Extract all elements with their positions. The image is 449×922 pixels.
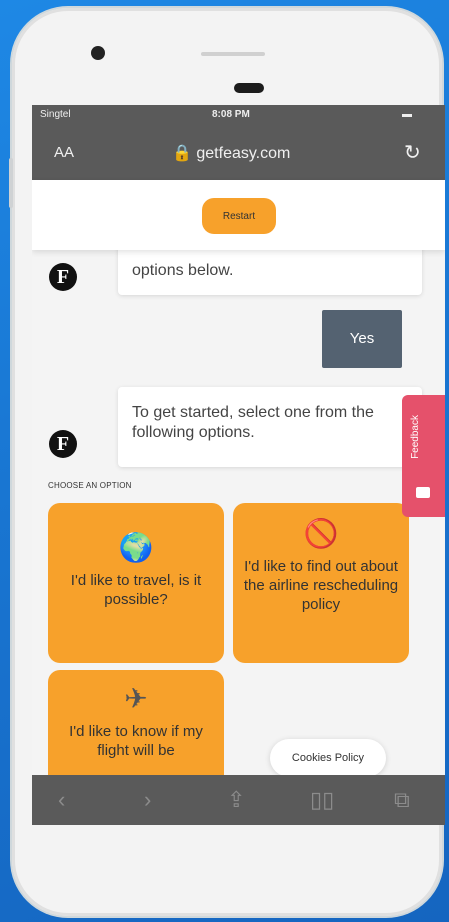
carrier-label: Singtel — [40, 109, 71, 120]
forward-icon[interactable]: › — [144, 787, 151, 813]
status-bar: Singtel 8:08 PM ▬ — [32, 105, 445, 125]
battery-icon: ▬ — [402, 109, 412, 120]
volume-button — [9, 158, 13, 208]
browser-toolbar: ‹ › ⇪ ▯▯ ⧉ — [32, 775, 445, 825]
option-label: I'd like to find out about the airline r… — [243, 558, 399, 613]
feedback-tab[interactable]: Feedback — [402, 395, 445, 517]
proximity-sensor — [234, 83, 264, 93]
bot-message: To get started, select one from the foll… — [118, 387, 422, 467]
bookmarks-icon[interactable]: ▯▯ — [310, 787, 334, 813]
url-label: getfeasy.com — [196, 145, 291, 162]
phone-screen: Singtel 8:08 PM ▬ AA 🔒 getfeasy.com ↻ Re… — [32, 105, 445, 825]
reload-icon[interactable]: ↻ — [404, 140, 421, 165]
earpiece-speaker — [201, 52, 265, 56]
option-label: I'd like to travel, is it possible? — [70, 572, 202, 608]
status-time: 8:08 PM — [212, 109, 250, 120]
address-bar[interactable]: AA 🔒 getfeasy.com ↻ — [32, 125, 445, 180]
airplane-icon: ✈ — [124, 683, 148, 714]
feedback-icon — [416, 487, 430, 498]
options-label: CHOOSE AN OPTION — [48, 481, 132, 490]
tabs-icon[interactable]: ⧉ — [394, 787, 410, 813]
bot-avatar: F — [49, 430, 77, 458]
option-travel[interactable]: 🌍 I'd like to travel, is it possible? — [48, 503, 224, 663]
text-size-button[interactable]: AA — [54, 144, 74, 161]
feedback-label: Feedback — [410, 415, 421, 459]
back-icon[interactable]: ‹ — [58, 787, 65, 813]
lock-icon: 🔒 — [172, 145, 192, 162]
globe-icon: 🌍 — [118, 532, 154, 563]
front-camera — [91, 46, 105, 60]
option-rescheduling-policy[interactable]: 🚫 I'd like to find out about the airline… — [233, 503, 409, 663]
prohibited-icon: 🚫 — [303, 518, 339, 549]
cookies-policy-button[interactable]: Cookies Policy — [270, 739, 386, 777]
user-message: Yes — [322, 310, 402, 368]
restart-button[interactable]: Restart — [202, 198, 276, 234]
share-icon[interactable]: ⇪ — [227, 787, 245, 813]
option-label: I'd like to know if my flight will be — [69, 723, 203, 759]
bot-avatar: F — [49, 263, 77, 291]
url-text: 🔒 getfeasy.com — [172, 143, 290, 163]
chat-header: Restart — [32, 180, 445, 250]
